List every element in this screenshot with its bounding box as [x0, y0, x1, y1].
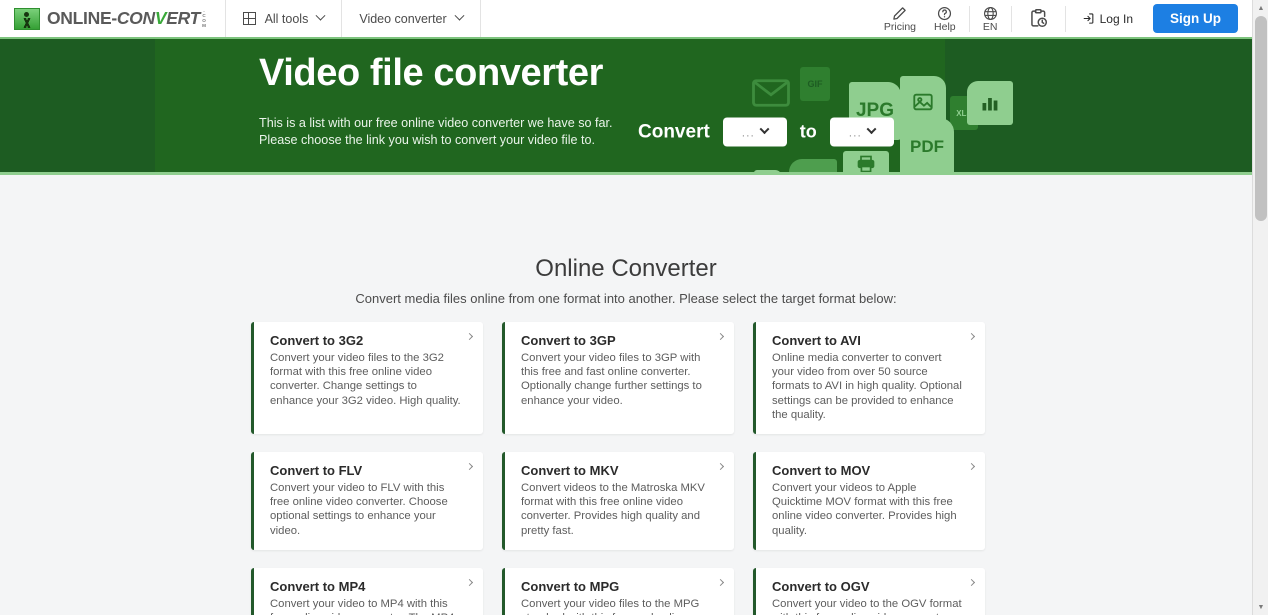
site-logo[interactable]: ONLINE - CON V ERT .COM	[0, 0, 225, 37]
to-label: to	[799, 121, 817, 142]
section-subtitle: Convert media files online from one form…	[355, 291, 897, 306]
hero-subtitle: This is a list with our free online vide…	[259, 115, 613, 149]
card-title: Convert to 3GP	[521, 333, 616, 348]
chevron-down-icon	[315, 10, 326, 21]
logo-text-ert: ERT	[166, 8, 201, 28]
help-button[interactable]: Help	[925, 0, 965, 37]
card-title: Convert to OGV	[772, 578, 870, 594]
grid-icon	[242, 12, 256, 25]
scroll-up-arrow-icon[interactable]: ▲	[1253, 0, 1268, 16]
logo-text-online: ONLINE	[47, 8, 112, 28]
card-description: Convert videos to the Matroska MKV forma…	[521, 482, 705, 537]
card-description: Convert your video files to the 3G2 form…	[270, 352, 461, 407]
convert-label: Convert	[638, 121, 710, 142]
card-description: Convert your video files to 3GP with thi…	[521, 352, 702, 407]
card-title: Convert to MP4	[270, 578, 366, 594]
divider	[1064, 5, 1066, 32]
card-title: Convert to MOV	[772, 463, 871, 479]
card-title: Convert to 3G2	[270, 333, 364, 348]
chevron-down-icon	[866, 124, 877, 135]
question-circle-icon	[937, 6, 952, 21]
target-format-value: ...	[848, 125, 862, 139]
login-arrow-icon	[1082, 12, 1095, 25]
scrollbar-thumb[interactable]	[1255, 16, 1267, 221]
target-format-dropdown[interactable]: ...	[829, 117, 894, 147]
converter-card-ogv[interactable]: Convert to OGV Convert your video to the…	[753, 567, 985, 615]
globe-icon	[983, 6, 998, 21]
converter-card-flv[interactable]: Convert to FLV Convert your video to FLV…	[251, 452, 483, 550]
scroll-down-arrow-icon[interactable]: ▼	[1253, 599, 1268, 615]
conversion-history-button[interactable]	[1016, 0, 1061, 37]
pencil-icon	[892, 6, 907, 21]
card-description: Convert your video to the OGV format wit…	[772, 597, 962, 615]
converter-card-avi[interactable]: Convert to AVI Online media converter to…	[753, 322, 985, 435]
converter-card-mov[interactable]: Convert to MOV Convert your videos to Ap…	[753, 452, 985, 550]
converter-card-3gp[interactable]: Convert to 3GP Convert your video files …	[502, 322, 734, 435]
hero-subtitle-line2: Please choose the link you wish to conve…	[259, 133, 596, 147]
hero-content: Video file converter This is a list with…	[0, 39, 1252, 172]
source-format-value: ...	[741, 125, 755, 139]
card-title: Convert to MKV	[521, 463, 619, 479]
nav-video-converter-label: Video converter	[359, 11, 447, 26]
login-label: Log In	[1099, 11, 1133, 26]
logo-text-con: CON	[116, 8, 155, 28]
card-title: Convert to AVI	[772, 333, 861, 348]
nav-all-tools-label: All tools	[264, 11, 309, 26]
chevron-down-icon	[454, 10, 465, 21]
converter-card-mp4[interactable]: Convert to MP4 Convert your video to MP4…	[251, 567, 483, 615]
converter-card-mpg[interactable]: Convert to MPG Convert your video files …	[502, 567, 734, 615]
card-description: Convert your videos to Apple Quicktime M…	[772, 482, 957, 537]
chevron-down-icon	[759, 124, 770, 135]
divider	[968, 5, 970, 32]
card-description: Convert your video files to the MPG stan…	[521, 597, 700, 615]
language-selector[interactable]: EN	[974, 0, 1007, 37]
logo-text-tld: .COM	[201, 8, 207, 28]
divider	[1010, 5, 1012, 32]
convert-selector-row: Convert ... to ...	[638, 117, 894, 147]
login-button[interactable]: Log In	[1070, 0, 1145, 37]
top-navigation-bar: ONLINE - CON V ERT .COM All tools Video conve…	[0, 0, 1252, 39]
converter-card-grid: Convert to 3G2 Convert your video files …	[251, 322, 1001, 615]
pricing-button[interactable]: Pricing	[875, 0, 925, 37]
card-title: Convert to FLV	[270, 463, 363, 479]
converter-card-3g2[interactable]: Convert to 3G2 Convert your video files …	[251, 322, 483, 435]
source-format-dropdown[interactable]: ...	[722, 117, 787, 147]
help-label: Help	[934, 20, 956, 33]
language-label: EN	[982, 20, 998, 33]
nav-video-converter[interactable]: Video converter	[342, 0, 479, 37]
page-title: Video file converter	[259, 52, 603, 94]
hero-subtitle-line1: This is a list with our free online vide…	[259, 116, 613, 130]
card-description: Convert your video to MP4 with this free…	[270, 597, 454, 615]
card-description: Convert your video to FLV with this free…	[270, 482, 448, 537]
logo-text-v: V	[154, 8, 167, 28]
card-description: Online media converter to convert your v…	[772, 352, 962, 421]
pricing-label: Pricing	[883, 20, 917, 33]
running-man-logo-icon	[14, 7, 40, 30]
converter-card-mkv[interactable]: Convert to MKV Convert videos to the Mat…	[502, 452, 734, 550]
page-scrollbar[interactable]: ▲ ▼	[1252, 0, 1268, 615]
logo-wordmark: ONLINE - CON V ERT .COM	[47, 8, 207, 29]
card-title: Convert to MPG	[521, 578, 620, 594]
clipboard-clock-icon	[1028, 8, 1049, 29]
nav-divider	[479, 0, 481, 37]
main-content: Online Converter Convert media files onl…	[0, 175, 1252, 615]
page: ONLINE - CON V ERT .COM All tools Video conve…	[0, 0, 1268, 615]
nav-all-tools[interactable]: All tools	[226, 0, 342, 37]
signup-button[interactable]: Sign Up	[1153, 4, 1238, 33]
section-title: Online Converter	[535, 255, 717, 282]
hero-banner: GIF JPG XLS PDF Video file converter Thi…	[0, 39, 1252, 175]
